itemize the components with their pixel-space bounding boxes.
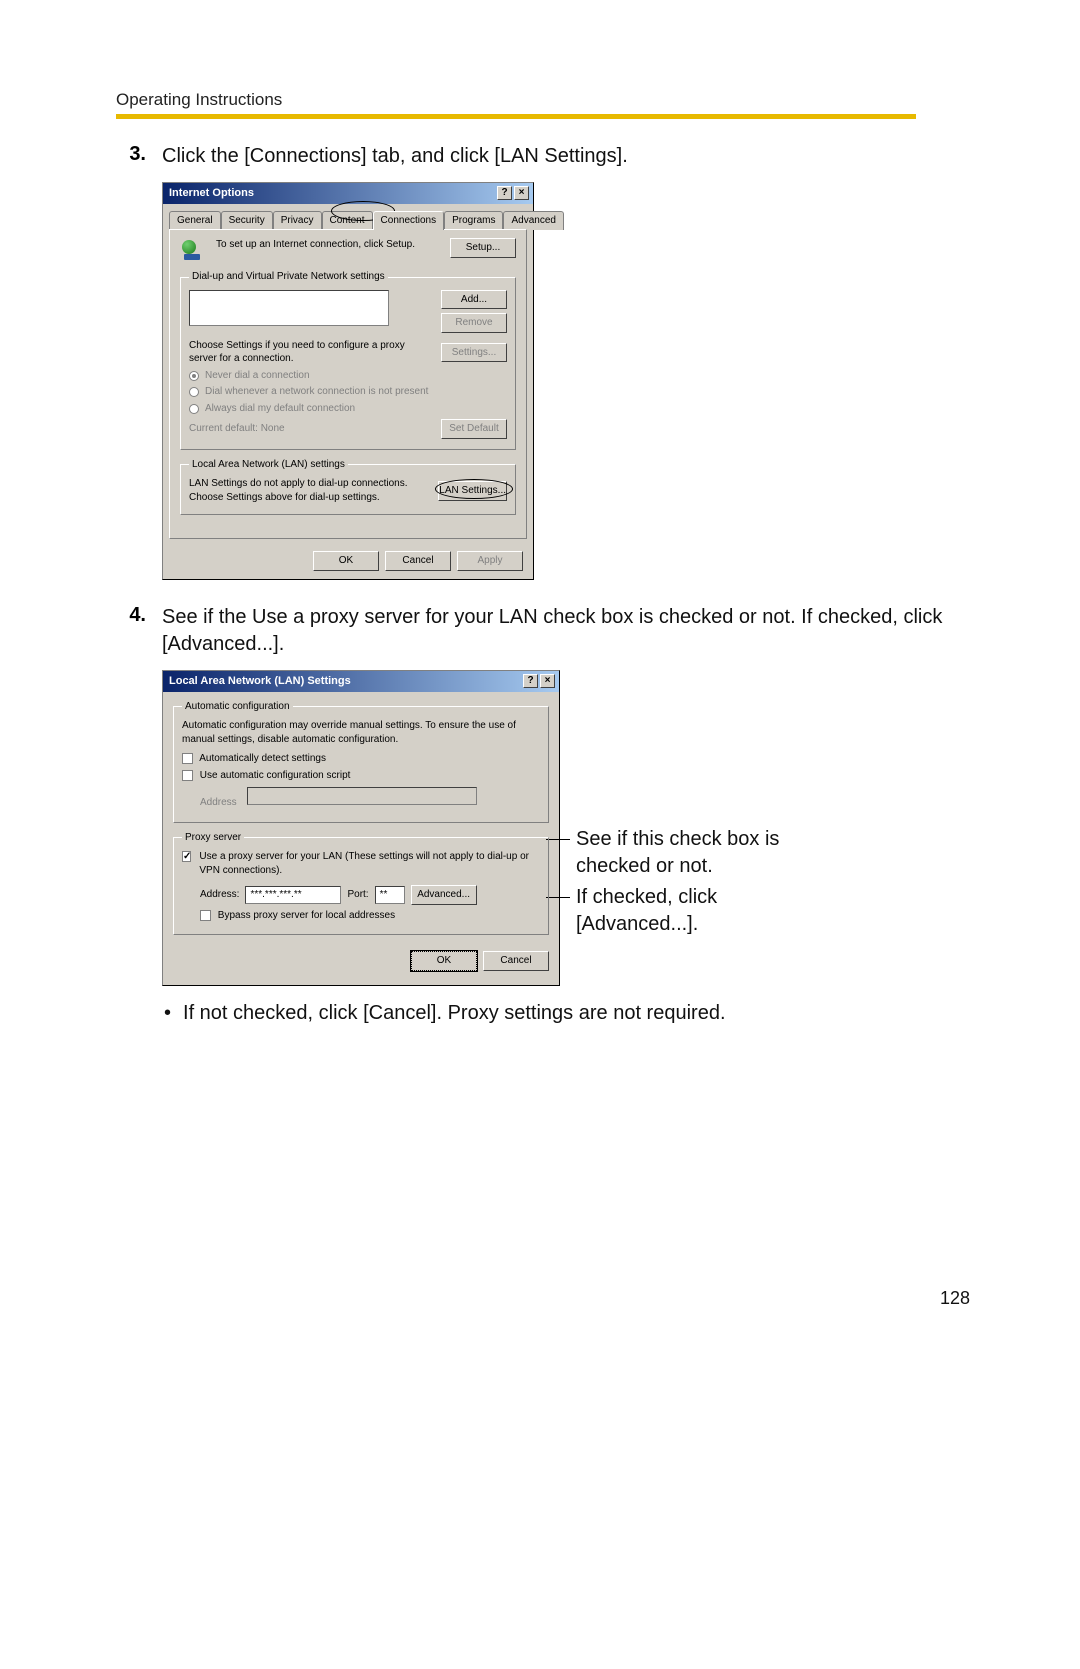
proxy-address-label: Address: <box>200 888 239 902</box>
proxy-address-input[interactable]: ***.***.***.** <box>245 886 341 904</box>
set-default-button[interactable]: Set Default <box>441 419 507 439</box>
ok-button[interactable]: OK <box>313 551 379 571</box>
dialup-legend: Dial-up and Virtual Private Network sett… <box>189 270 388 284</box>
proxy-port-input[interactable]: ** <box>375 886 405 904</box>
advanced-button[interactable]: Advanced... <box>411 885 477 905</box>
remove-button[interactable]: Remove <box>441 313 507 333</box>
auto-detect-label: Automatically detect settings <box>199 753 326 764</box>
use-script-checkbox[interactable] <box>182 770 193 781</box>
setup-button[interactable]: Setup... <box>450 238 516 258</box>
use-proxy-checkbox[interactable] <box>182 851 191 862</box>
close-icon[interactable]: × <box>540 674 555 688</box>
help-icon[interactable]: ? <box>497 186 512 200</box>
use-script-label: Use automatic configuration script <box>200 770 351 781</box>
tab-programs[interactable]: Programs <box>444 211 503 231</box>
callout-line-icon <box>546 839 570 840</box>
side-annotation: See if this check box is checked or not.… <box>574 826 806 938</box>
step-3-number: 3. <box>120 143 146 594</box>
radio-icon <box>189 387 199 397</box>
dialup-group: Dial-up and Virtual Private Network sett… <box>180 270 516 450</box>
script-address-input[interactable] <box>247 787 477 805</box>
tab-security[interactable]: Security <box>221 211 273 231</box>
help-icon[interactable]: ? <box>523 674 538 688</box>
auto-config-text: Automatic configuration may override man… <box>182 719 540 746</box>
cancel-button[interactable]: Cancel <box>385 551 451 571</box>
annotation-check: See if this check box is checked or not. <box>576 826 806 880</box>
proxy-legend: Proxy server <box>182 831 244 845</box>
globe-icon <box>180 238 208 262</box>
step-4: 4. See if the Use a proxy server for you… <box>120 604 970 1027</box>
ok-button[interactable]: OK <box>411 951 477 971</box>
add-button[interactable]: Add... <box>441 290 507 310</box>
dialog-title: Local Area Network (LAN) Settings <box>169 674 351 689</box>
header-rule <box>116 114 916 119</box>
auto-config-legend: Automatic configuration <box>182 700 293 714</box>
page-header: Operating Instructions <box>116 90 970 110</box>
dialog-title: Internet Options <box>169 186 254 201</box>
close-icon[interactable]: × <box>514 186 529 200</box>
tab-connections[interactable]: Connections <box>373 211 445 231</box>
use-proxy-label: Use a proxy server for your LAN (These s… <box>199 850 540 877</box>
auto-detect-checkbox[interactable] <box>182 753 193 764</box>
radio-label: Never dial a connection <box>205 369 310 383</box>
tabstrip: General Security Privacy Content Connect… <box>163 204 533 230</box>
radio-dial-when-no-net[interactable]: Dial whenever a network connection is no… <box>189 385 507 399</box>
callout-line-icon <box>546 897 570 898</box>
radio-never-dial[interactable]: Never dial a connection <box>189 369 507 383</box>
auto-config-group: Automatic configuration Automatic config… <box>173 700 549 823</box>
step-3: 3. Click the [Connections] tab, and clic… <box>120 143 970 594</box>
internet-options-dialog: Internet Options ? × General Security Pr… <box>162 182 534 580</box>
step-4-text: See if the Use a proxy server for your L… <box>162 604 970 658</box>
proxy-group: Proxy server Use a proxy server for your… <box>173 831 549 936</box>
address-label: Address <box>200 797 237 808</box>
step-4-bullet: • If not checked, click [Cancel]. Proxy … <box>164 1000 970 1027</box>
radio-label: Always dial my default connection <box>205 402 355 416</box>
proxy-port-label: Port: <box>347 888 368 902</box>
settings-button[interactable]: Settings... <box>441 343 507 363</box>
bypass-checkbox[interactable] <box>200 910 211 921</box>
lan-group: Local Area Network (LAN) settings LAN Se… <box>180 458 516 516</box>
lan-settings-dialog: Local Area Network (LAN) Settings ? × Au… <box>162 670 560 986</box>
tab-privacy[interactable]: Privacy <box>273 211 322 231</box>
cancel-button[interactable]: Cancel <box>483 951 549 971</box>
document-page: Operating Instructions 3. Click the [Con… <box>0 0 1080 1669</box>
step-4-number: 4. <box>120 604 146 1027</box>
bypass-label: Bypass proxy server for local addresses <box>218 910 395 921</box>
lan-hint: LAN Settings do not apply to dial-up con… <box>189 477 430 504</box>
tab-general[interactable]: General <box>169 211 221 231</box>
step-3-text: Click the [Connections] tab, and click [… <box>162 143 970 170</box>
setup-text: To set up an Internet connection, click … <box>216 238 442 252</box>
tab-advanced[interactable]: Advanced <box>503 211 563 231</box>
radio-icon <box>189 371 199 381</box>
apply-button[interactable]: Apply <box>457 551 523 571</box>
annotation-advanced: If checked, click [Advanced...]. <box>576 884 806 938</box>
radio-label: Dial whenever a network connection is no… <box>205 385 428 399</box>
bullet-icon: • <box>164 1000 171 1027</box>
dialup-listbox[interactable] <box>189 290 389 326</box>
settings-hint: Choose Settings if you need to configure… <box>189 339 433 366</box>
radio-icon <box>189 404 199 414</box>
radio-always-dial[interactable]: Always dial my default connection <box>189 402 507 416</box>
lan-legend: Local Area Network (LAN) settings <box>189 458 348 472</box>
current-default-label: Current default: None <box>189 422 285 436</box>
page-number: 128 <box>940 1288 970 1309</box>
bullet-text: If not checked, click [Cancel]. Proxy se… <box>183 1000 725 1027</box>
